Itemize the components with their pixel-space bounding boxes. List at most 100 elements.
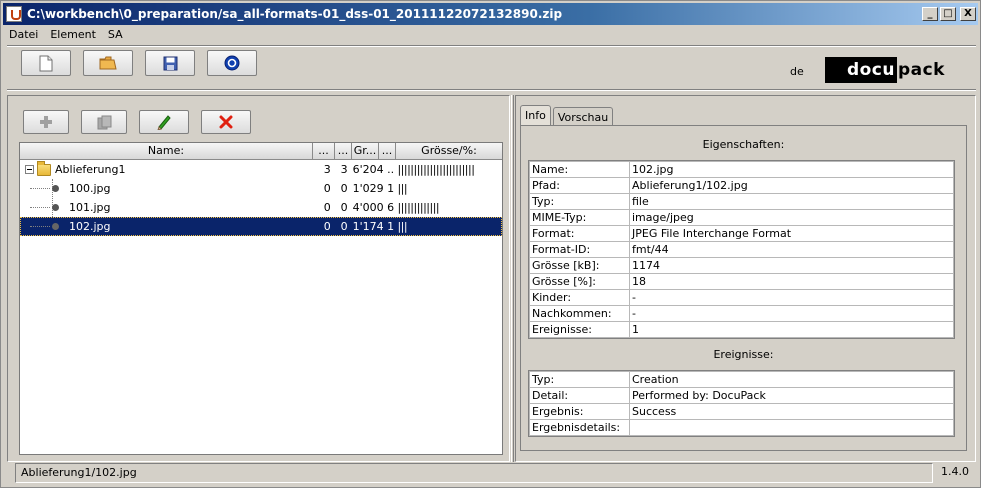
copy-element-button[interactable] bbox=[81, 110, 127, 134]
property-value: Performed by: DocuPack bbox=[629, 387, 954, 404]
tree-toolbar bbox=[23, 110, 251, 134]
property-value: 18 bbox=[629, 273, 954, 290]
tab-info[interactable]: Info bbox=[520, 105, 551, 126]
delete-element-button[interactable] bbox=[201, 110, 251, 134]
tree-row-label: 102.jpg bbox=[69, 220, 111, 233]
info-tab-content: Eigenschaften: Name: 102.jpg Pfad: Abliefer… bbox=[520, 125, 967, 451]
property-row: Ergebnisdetails: bbox=[529, 419, 954, 436]
save-icon bbox=[163, 56, 177, 70]
property-value: 1 bbox=[629, 321, 954, 338]
property-value: JPEG File Interchange Format bbox=[629, 225, 954, 242]
property-key: Typ: bbox=[529, 193, 630, 210]
tree-cell-descendants: 3 bbox=[340, 163, 348, 176]
new-button[interactable] bbox=[21, 50, 71, 76]
property-row: Kinder: - bbox=[529, 289, 954, 306]
events-table: Typ: Creation Detail: Performed by: DocuPac… bbox=[528, 370, 955, 437]
property-row: Typ: file bbox=[529, 193, 954, 210]
collapse-toggle-icon[interactable] bbox=[25, 165, 34, 174]
property-key: Kinder: bbox=[529, 289, 630, 306]
menu-element[interactable]: Element bbox=[44, 26, 102, 43]
property-key: Grösse [%]: bbox=[529, 273, 630, 290]
menu-bar: Datei Element SA bbox=[3, 26, 978, 43]
tree-row-file-selected[interactable]: 102.jpg 0 0 1'174 18 ||| bbox=[20, 217, 502, 236]
folder-icon bbox=[37, 160, 51, 176]
add-element-button[interactable] bbox=[23, 110, 69, 134]
open-folder-icon bbox=[99, 56, 117, 70]
property-row: Format-ID: fmt/44 bbox=[529, 241, 954, 258]
tree-cell-size: 1'029 16 bbox=[352, 182, 395, 195]
save-button[interactable] bbox=[145, 50, 195, 76]
tree-cell-children: 0 bbox=[323, 220, 331, 233]
tree-cell-size: 6'204 ... bbox=[352, 163, 395, 176]
record-button[interactable] bbox=[207, 50, 257, 76]
property-key: Nachkommen: bbox=[529, 305, 630, 322]
open-button[interactable] bbox=[83, 50, 133, 76]
column-header-descendants[interactable]: ... bbox=[335, 143, 352, 159]
element-tree-table[interactable]: Name: ... ... Gr... ... Grösse/%: Ablief… bbox=[19, 142, 503, 455]
property-row: Nachkommen: - bbox=[529, 305, 954, 322]
property-value: image/jpeg bbox=[629, 209, 954, 226]
main-toolbar bbox=[21, 50, 257, 76]
property-row: Ereignisse: 1 bbox=[529, 321, 954, 338]
edit-element-button[interactable] bbox=[139, 110, 189, 134]
property-value: fmt/44 bbox=[629, 241, 954, 258]
menu-datei[interactable]: Datei bbox=[3, 26, 44, 43]
tree-row-file[interactable]: 100.jpg 0 0 1'029 16 ||| bbox=[20, 179, 502, 198]
tree-cell-size: 1'174 18 bbox=[352, 220, 395, 233]
property-row: Format: JPEG File Interchange Format bbox=[529, 225, 954, 242]
column-header-name[interactable]: Name: bbox=[20, 143, 313, 159]
tab-vorschau[interactable]: Vorschau bbox=[552, 107, 614, 126]
split-divider[interactable] bbox=[511, 95, 514, 462]
column-header-size[interactable]: Gr... bbox=[352, 143, 379, 159]
menu-sa[interactable]: SA bbox=[102, 26, 129, 43]
logo-light-part: pack bbox=[897, 60, 945, 80]
status-bar: Ablieferung1/102.jpg 1.4.0 bbox=[15, 463, 971, 483]
close-button[interactable]: X bbox=[960, 7, 976, 21]
tree-cell-size: 4'000 64 bbox=[352, 201, 395, 214]
window-title: C:\workbench\0_preparation/sa_all-format… bbox=[27, 7, 563, 21]
tree-rows: Ablieferung1 3 3 6'204 ... |||||||||||||… bbox=[20, 160, 502, 236]
property-key: Ergebnis: bbox=[529, 403, 630, 420]
minimize-button[interactable]: _ bbox=[922, 7, 938, 21]
column-header-percent[interactable]: ... bbox=[379, 143, 396, 159]
menu-separator bbox=[7, 45, 976, 47]
property-key: Pfad: bbox=[529, 177, 630, 194]
tree-cell-size-bar: ||| bbox=[397, 220, 408, 233]
tree-cell-size-bar: ||| bbox=[397, 182, 408, 195]
property-value: file bbox=[629, 193, 954, 210]
title-bar[interactable]: C:\workbench\0_preparation/sa_all-format… bbox=[3, 3, 978, 25]
properties-table: Name: 102.jpg Pfad: Ablieferung1/102.jpg Typ… bbox=[528, 160, 955, 339]
tree-cell-children: 0 bbox=[323, 182, 331, 195]
tree-cell-descendants: 0 bbox=[340, 182, 348, 195]
property-value: 102.jpg bbox=[629, 161, 954, 178]
column-header-size-bar[interactable]: Grösse/%: bbox=[396, 143, 502, 159]
property-key: Grösse [kB]: bbox=[529, 257, 630, 274]
property-row: Typ: Creation bbox=[529, 371, 954, 388]
tree-branch bbox=[30, 188, 50, 189]
property-row: Name: 102.jpg bbox=[529, 161, 954, 178]
property-value: Success bbox=[629, 403, 954, 420]
property-key: MIME-Typ: bbox=[529, 209, 630, 226]
tree-row-file[interactable]: 101.jpg 0 0 4'000 64 ||||||||||||| bbox=[20, 198, 502, 217]
column-header-children[interactable]: ... bbox=[313, 143, 335, 159]
property-key: Format: bbox=[529, 225, 630, 242]
property-value: - bbox=[629, 305, 954, 322]
new-document-icon bbox=[39, 55, 53, 71]
toolbar-separator bbox=[7, 89, 976, 91]
edit-pencil-icon bbox=[157, 115, 171, 130]
delete-icon bbox=[219, 115, 233, 129]
property-key: Ergebnisdetails: bbox=[529, 419, 630, 436]
tree-cell-size-bar: |||||||||||||||||||||||| bbox=[397, 163, 475, 176]
property-value: Ablieferung1/102.jpg bbox=[629, 177, 954, 194]
property-row: Detail: Performed by: DocuPack bbox=[529, 387, 954, 404]
property-value: 1174 bbox=[629, 257, 954, 274]
tree-row-folder[interactable]: Ablieferung1 3 3 6'204 ... |||||||||||||… bbox=[20, 160, 502, 179]
file-node-icon bbox=[52, 204, 59, 211]
property-key: Name: bbox=[529, 161, 630, 178]
tree-cell-children: 3 bbox=[323, 163, 331, 176]
tree-cell-size-bar: ||||||||||||| bbox=[397, 201, 440, 214]
maximize-button[interactable]: □ bbox=[940, 7, 956, 21]
add-icon bbox=[40, 116, 52, 128]
copy-icon bbox=[97, 115, 111, 129]
property-key: Format-ID: bbox=[529, 241, 630, 258]
